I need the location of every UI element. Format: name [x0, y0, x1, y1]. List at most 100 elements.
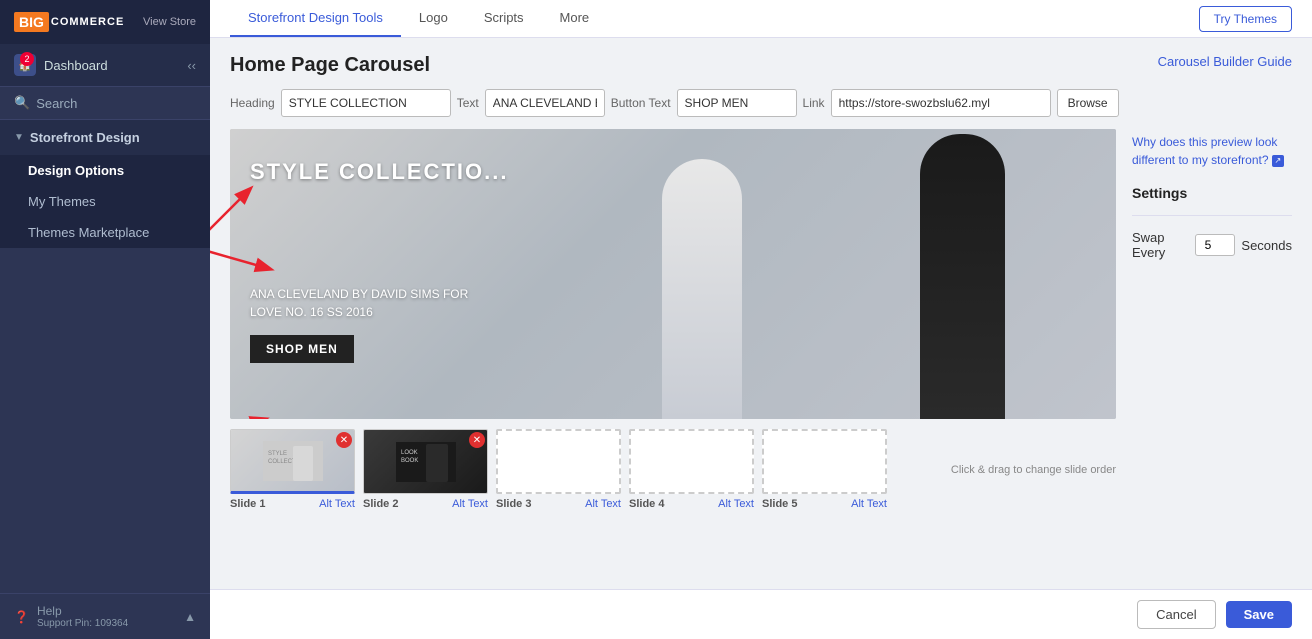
save-button[interactable]: Save [1226, 601, 1292, 628]
logo: BIG COMMERCE [14, 12, 124, 32]
slide-3-labels: Slide 3 Alt Text [496, 498, 621, 510]
heading-label: Heading [230, 96, 275, 110]
top-tab-bar: Storefront Design Tools Logo Scripts Mor… [210, 0, 1312, 38]
slide-5-thumb[interactable] [762, 429, 887, 494]
slide-heading-text: STYLE COLLECTIO... [250, 159, 508, 185]
main-content: Storefront Design Tools Logo Scripts Mor… [210, 0, 1312, 639]
button-text-label: Button Text [611, 96, 671, 110]
support-pin: Support Pin: 109364 [37, 618, 128, 629]
try-themes-button[interactable]: Try Themes [1199, 6, 1292, 32]
slide-5-thumb-wrap: Slide 5 Alt Text [762, 429, 887, 510]
figure-silhouette-right [920, 134, 1005, 419]
sidebar-item-design-options[interactable]: Design Options [0, 155, 210, 186]
sidebar-header: BIG COMMERCE View Store [0, 0, 210, 44]
slide-2-thumb[interactable]: ✕ LOOK BOOK [363, 429, 488, 494]
slide-1-thumb-wrap: ✕ STYLE COLLECT. Slide [230, 429, 355, 510]
sidebar-item-themes-marketplace[interactable]: Themes Marketplace [0, 217, 210, 248]
content-area: Home Page Carousel Carousel Builder Guid… [210, 38, 1312, 589]
slide-subtext: ANA CLEVELAND BY DAVID SIMS FOR LOVE NO.… [250, 285, 470, 321]
slide-shop-button[interactable]: SHOP MEN [250, 335, 354, 363]
slide-4-thumb-wrap: Slide 4 Alt Text [629, 429, 754, 510]
browse-button[interactable]: Browse [1057, 89, 1119, 117]
search-label: Search [36, 96, 77, 111]
svg-text:STYLE: STYLE [268, 451, 287, 457]
slide-3-thumb-wrap: Slide 3 Alt Text [496, 429, 621, 510]
dashboard-label: Dashboard [44, 58, 108, 73]
button-text-input[interactable] [677, 89, 797, 117]
slide-2-labels: Slide 2 Alt Text [363, 498, 488, 510]
heading-input[interactable] [281, 89, 451, 117]
link-input[interactable] [831, 89, 1051, 117]
sidebar-item-my-themes[interactable]: My Themes [0, 186, 210, 217]
dashboard-badge: 2 [20, 52, 34, 66]
carousel-preview-wrapper: Text Upload Image [230, 129, 1116, 419]
carousel-guide-link[interactable]: Carousel Builder Guide [1158, 54, 1292, 69]
section-arrow-icon: ▼ [14, 132, 24, 143]
view-store-link[interactable]: View Store [143, 16, 196, 28]
storefront-design-header[interactable]: ▼ Storefront Design [0, 120, 210, 155]
page-title: Home Page Carousel [230, 54, 430, 77]
bottom-bar: Cancel Save [210, 589, 1312, 639]
slide-3-label: Slide 3 [496, 498, 531, 510]
svg-text:LOOK: LOOK [401, 450, 418, 456]
external-link-icon: ↗ [1272, 155, 1284, 167]
preview-note[interactable]: Why does this preview look different to … [1132, 133, 1292, 169]
tab-storefront-design-tools[interactable]: Storefront Design Tools [230, 0, 401, 37]
swap-every-input[interactable] [1195, 234, 1235, 256]
tab-scripts[interactable]: Scripts [466, 0, 542, 37]
svg-text:BOOK: BOOK [401, 458, 418, 464]
storefront-design-section: ▼ Storefront Design Design Options My Th… [0, 120, 210, 248]
slide-1-labels: Slide 1 Alt Text [230, 498, 355, 510]
slide-5-alt-text-link[interactable]: Alt Text [851, 498, 887, 510]
figure-right [897, 129, 1027, 419]
preview-column: Text Upload Image [230, 129, 1116, 573]
swap-label: Swap Every [1132, 230, 1189, 260]
main-two-col: Text Upload Image [230, 129, 1292, 573]
slide-2-alt-text-link[interactable]: Alt Text [452, 498, 488, 510]
sidebar-sub-items: Design Options My Themes Themes Marketpl… [0, 155, 210, 248]
page-header: Home Page Carousel Carousel Builder Guid… [230, 54, 1292, 77]
slide-4-label: Slide 4 [629, 498, 664, 510]
settings-divider [1132, 215, 1292, 216]
settings-column: Why does this preview look different to … [1132, 129, 1292, 573]
figure-silhouette-left [662, 159, 742, 419]
tab-more[interactable]: More [542, 0, 608, 37]
dashboard-button[interactable]: 🏠 2 Dashboard ‹‹ [0, 44, 210, 87]
slide-4-thumb[interactable] [629, 429, 754, 494]
slide-1-alt-text-link[interactable]: Alt Text [319, 498, 355, 510]
search-bar[interactable]: 🔍 Search [0, 87, 210, 120]
slide-3-alt-text-link[interactable]: Alt Text [585, 498, 621, 510]
text-input[interactable] [485, 89, 605, 117]
carousel-preview: STYLE COLLECTIO... ANA CLEVELAND BY DAVI… [230, 129, 1116, 419]
carousel-fields-row: Heading Text Button Text Link Browse [230, 89, 1292, 117]
slide-2-label: Slide 2 [363, 498, 398, 510]
figure-left [642, 139, 762, 419]
logo-icon: BIG [14, 12, 49, 32]
slide-4-alt-text-link[interactable]: Alt Text [718, 498, 754, 510]
search-icon: 🔍 [14, 95, 30, 111]
slide-1-remove-button[interactable]: ✕ [336, 432, 352, 448]
svg-text:COLLECT.: COLLECT. [268, 459, 297, 465]
storefront-design-label: Storefront Design [30, 130, 140, 145]
logo-text: COMMERCE [51, 16, 124, 28]
slide-1-thumb[interactable]: ✕ STYLE COLLECT. [230, 429, 355, 494]
seconds-label: Seconds [1241, 238, 1292, 253]
sidebar-footer: ❓ Help Support Pin: 109364 ▲ [0, 593, 210, 639]
settings-heading: Settings [1132, 185, 1292, 201]
slide-3-thumb[interactable] [496, 429, 621, 494]
slide-text-overlay: STYLE COLLECTIO... ANA CLEVELAND BY DAVI… [250, 159, 508, 363]
help-label: Help [37, 604, 128, 618]
slide-1-label: Slide 1 [230, 498, 265, 510]
slide-2-thumb-wrap: ✕ LOOK BOOK Slide 2 [363, 429, 488, 510]
slide-2-remove-button[interactable]: ✕ [469, 432, 485, 448]
slide-4-labels: Slide 4 Alt Text [629, 498, 754, 510]
cancel-button[interactable]: Cancel [1137, 600, 1215, 629]
text-label: Text [457, 96, 479, 110]
sidebar-collapse-icon[interactable]: ‹‹ [187, 58, 196, 73]
tab-logo[interactable]: Logo [401, 0, 466, 37]
help-icon: ❓ [14, 610, 29, 624]
sidebar-expand-icon[interactable]: ▲ [184, 610, 196, 624]
link-label: Link [803, 96, 825, 110]
swap-row: Swap Every Seconds [1132, 230, 1292, 260]
slide-thumbnails-row: ✕ STYLE COLLECT. Slide [230, 429, 1116, 510]
